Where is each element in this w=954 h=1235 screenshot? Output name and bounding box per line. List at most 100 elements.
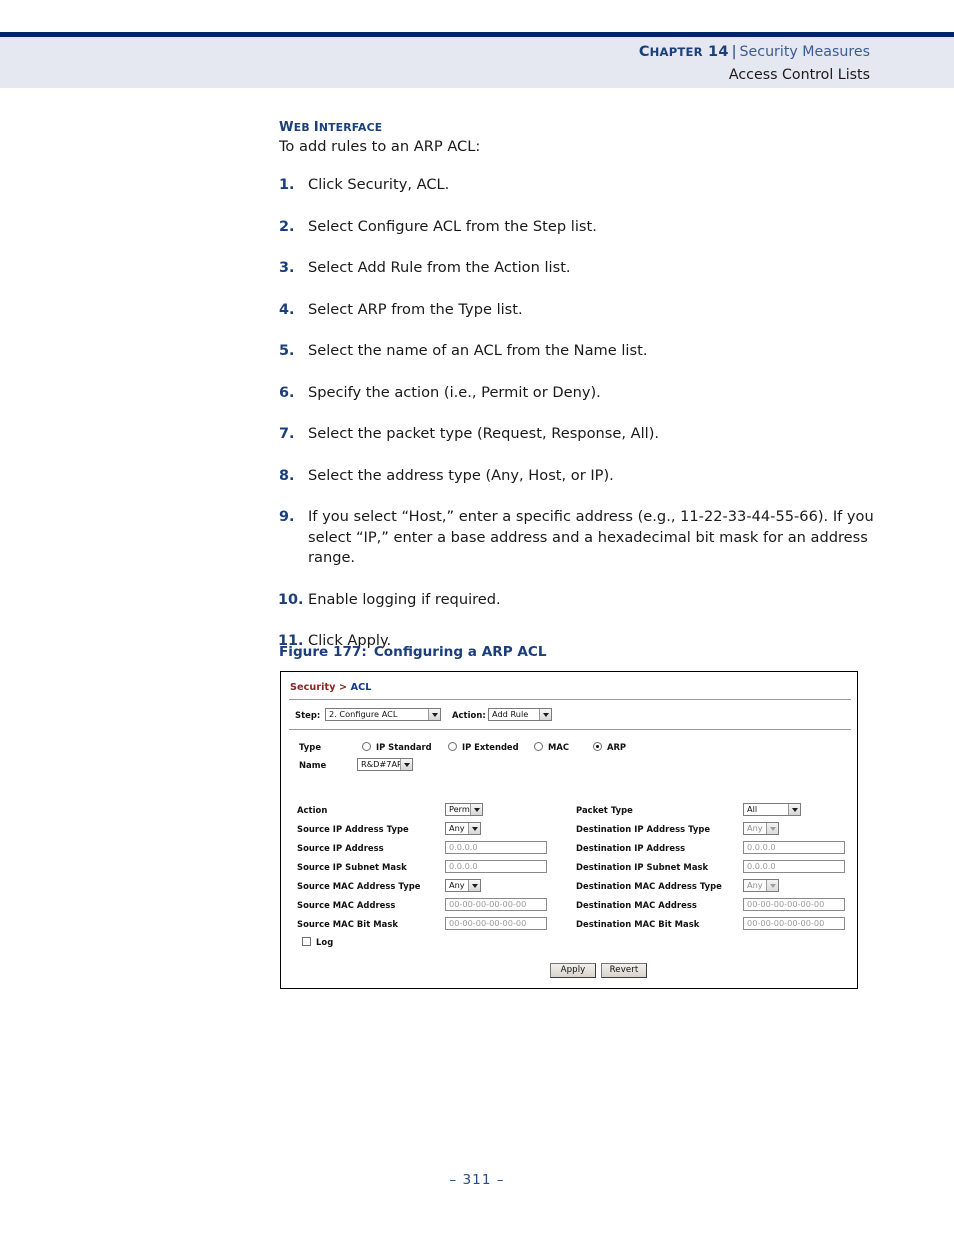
step-number: 8. [279,467,295,484]
list-item: 9. If you select “Host,” enter a specific… [279,507,879,569]
source-mac-address-input[interactable]: 00-00-00-00-00-00 [445,898,547,911]
chevron-down-icon[interactable] [539,709,551,720]
step-number: 7. [279,426,295,442]
step-text: Select the address type (Any, Host, or I… [308,466,614,484]
step-text: Click Security, ACL. [308,176,450,193]
main-content: WEB INTERFACE To add rules to an ARP ACL… [278,120,879,673]
radio-ip-extended[interactable] [448,742,457,751]
field-label-destination-ip-address: Destination IP Address [576,843,686,853]
figure-screenshot: Security > ACL Step: 2. Configure ACL Ac… [280,671,858,989]
field-label-action: Action [297,805,328,815]
step-text: Select Add Rule from the Action list. [308,259,571,276]
section-heading: WEB INTERFACE [279,120,383,135]
destination-ip-subnet-mask-input[interactable]: 0.0.0.0 [743,860,845,873]
chevron-down-icon[interactable] [468,880,480,891]
packet-type-select[interactable]: All [743,803,801,816]
field-label-source-ip-address-type: Source IP Address Type [297,824,409,834]
log-label[interactable]: Log [316,937,333,947]
figure-caption: Figure 177: Configuring a ARP ACL [279,644,547,660]
list-item: 1. Click Security, ACL. [279,175,879,196]
divider-top [289,699,851,700]
figure-title: Configuring a ARP ACL [373,644,547,660]
field-label-source-mac-bit-mask: Source MAC Bit Mask [297,919,398,929]
step-label: Step: [295,710,321,720]
field-label-source-ip-subnet-mask: Source IP Subnet Mask [297,862,407,872]
destination-mac-address-type-select[interactable]: Any [743,879,779,892]
field-label-packet-type: Packet Type [576,805,633,815]
source-ip-address-type-select[interactable]: Any [445,822,481,835]
step-text: Select Configure ACL from the Step list. [308,217,597,235]
revert-button[interactable]: Revert [601,963,647,978]
destination-ip-address-input[interactable]: 0.0.0.0 [743,841,845,854]
source-mac-bit-mask-input[interactable]: 00-00-00-00-00-00 [445,917,547,930]
step-number: 5. [279,343,295,359]
field-label-source-mac-address: Source MAC Address [297,900,396,910]
page-footer: – 311 – [449,1172,505,1188]
list-item: 8. Select the address type (Any, Host, or… [279,466,879,487]
step-text: If you select “Host,” enter a specific a… [308,508,874,566]
list-item: 7. Select the packet type (Request, Respo… [279,424,879,445]
step-number: 6. [279,384,295,401]
list-item: 4. Select ARP from the Type list. [279,300,879,321]
radio-label-ip-extended[interactable]: IP Extended [462,742,519,752]
list-item: 2. Select Configure ACL from the Step lis… [279,217,879,238]
step-select[interactable]: 2. Configure ACL [325,708,441,721]
chevron-down-icon[interactable] [766,880,778,891]
chevron-down-icon[interactable] [788,804,800,815]
field-label-destination-mac-address-type: Destination MAC Address Type [576,881,722,891]
action-select[interactable]: Add Rule [488,708,552,721]
radio-mac[interactable] [534,742,543,751]
chevron-down-icon[interactable] [766,823,778,834]
step-number: 1. [279,177,295,193]
field-label-source-ip-address: Source IP Address [297,843,384,853]
step-text: Select ARP from the Type list. [308,300,523,318]
destination-mac-bit-mask-input[interactable]: 00-00-00-00-00-00 [743,917,845,930]
chevron-down-icon[interactable] [470,804,482,815]
chevron-down-icon[interactable] [400,759,412,770]
field-label-destination-mac-address: Destination MAC Address [576,900,697,910]
breadcrumb-acl: ACL [350,682,372,693]
action-label: Action: [452,710,486,720]
divider-mid [289,729,851,730]
chapter-title: Security Measures [739,44,870,60]
breadcrumb-security: Security > [290,682,348,693]
name-select[interactable]: R&D#7ARP [357,758,413,771]
radio-ip-standard[interactable] [362,742,371,751]
log-checkbox[interactable] [302,937,311,946]
breadcrumb: Security > ACL [290,682,372,693]
step-list: 1. Click Security, ACL. 2. Select Configur… [278,175,879,652]
list-item: 3. Select Add Rule from the Action list. [279,258,879,279]
source-ip-address-input[interactable]: 0.0.0.0 [445,841,547,854]
header-subtitle: Access Control Lists [728,67,870,83]
type-label: Type [299,742,322,752]
apply-button[interactable]: Apply [550,963,596,978]
field-label-destination-ip-subnet-mask: Destination IP Subnet Mask [576,862,709,872]
step-number: 9. [279,509,295,525]
chevron-down-icon[interactable] [428,709,440,720]
radio-label-arp[interactable]: ARP [607,742,626,752]
step-text: Select the packet type (Request, Respons… [308,425,660,442]
page-header: CHAPTER 14 | Security Measures Access Cont… [0,42,870,86]
figure-number: Figure 177: [279,644,367,660]
radio-arp[interactable] [593,742,602,751]
field-label-destination-ip-address-type: Destination IP Address Type [576,824,711,834]
source-mac-address-type-select[interactable]: Any [445,879,481,892]
list-item: 10. Enable logging if required. [278,590,879,611]
radio-label-ip-standard[interactable]: IP Standard [376,742,432,752]
step-number: 2. [279,218,295,235]
action-value-select[interactable]: Permit [445,803,483,816]
header-separator: | [731,44,737,60]
name-label: Name [299,760,327,770]
step-number: 3. [279,260,295,276]
chapter-label: CHAPTER 14 [638,44,729,60]
radio-label-mac[interactable]: MAC [548,742,569,752]
source-ip-subnet-mask-input[interactable]: 0.0.0.0 [445,860,547,873]
step-number: 10. [278,591,304,608]
destination-mac-address-input[interactable]: 00-00-00-00-00-00 [743,898,845,911]
field-label-destination-mac-bit-mask: Destination MAC Bit Mask [576,919,700,929]
step-text: Enable logging if required. [308,590,501,608]
list-item: 6. Specify the action (i.e., Permit or De… [279,383,879,404]
destination-ip-address-type-select[interactable]: Any [743,822,779,835]
chevron-down-icon[interactable] [468,823,480,834]
field-label-source-mac-address-type: Source MAC Address Type [297,881,421,891]
